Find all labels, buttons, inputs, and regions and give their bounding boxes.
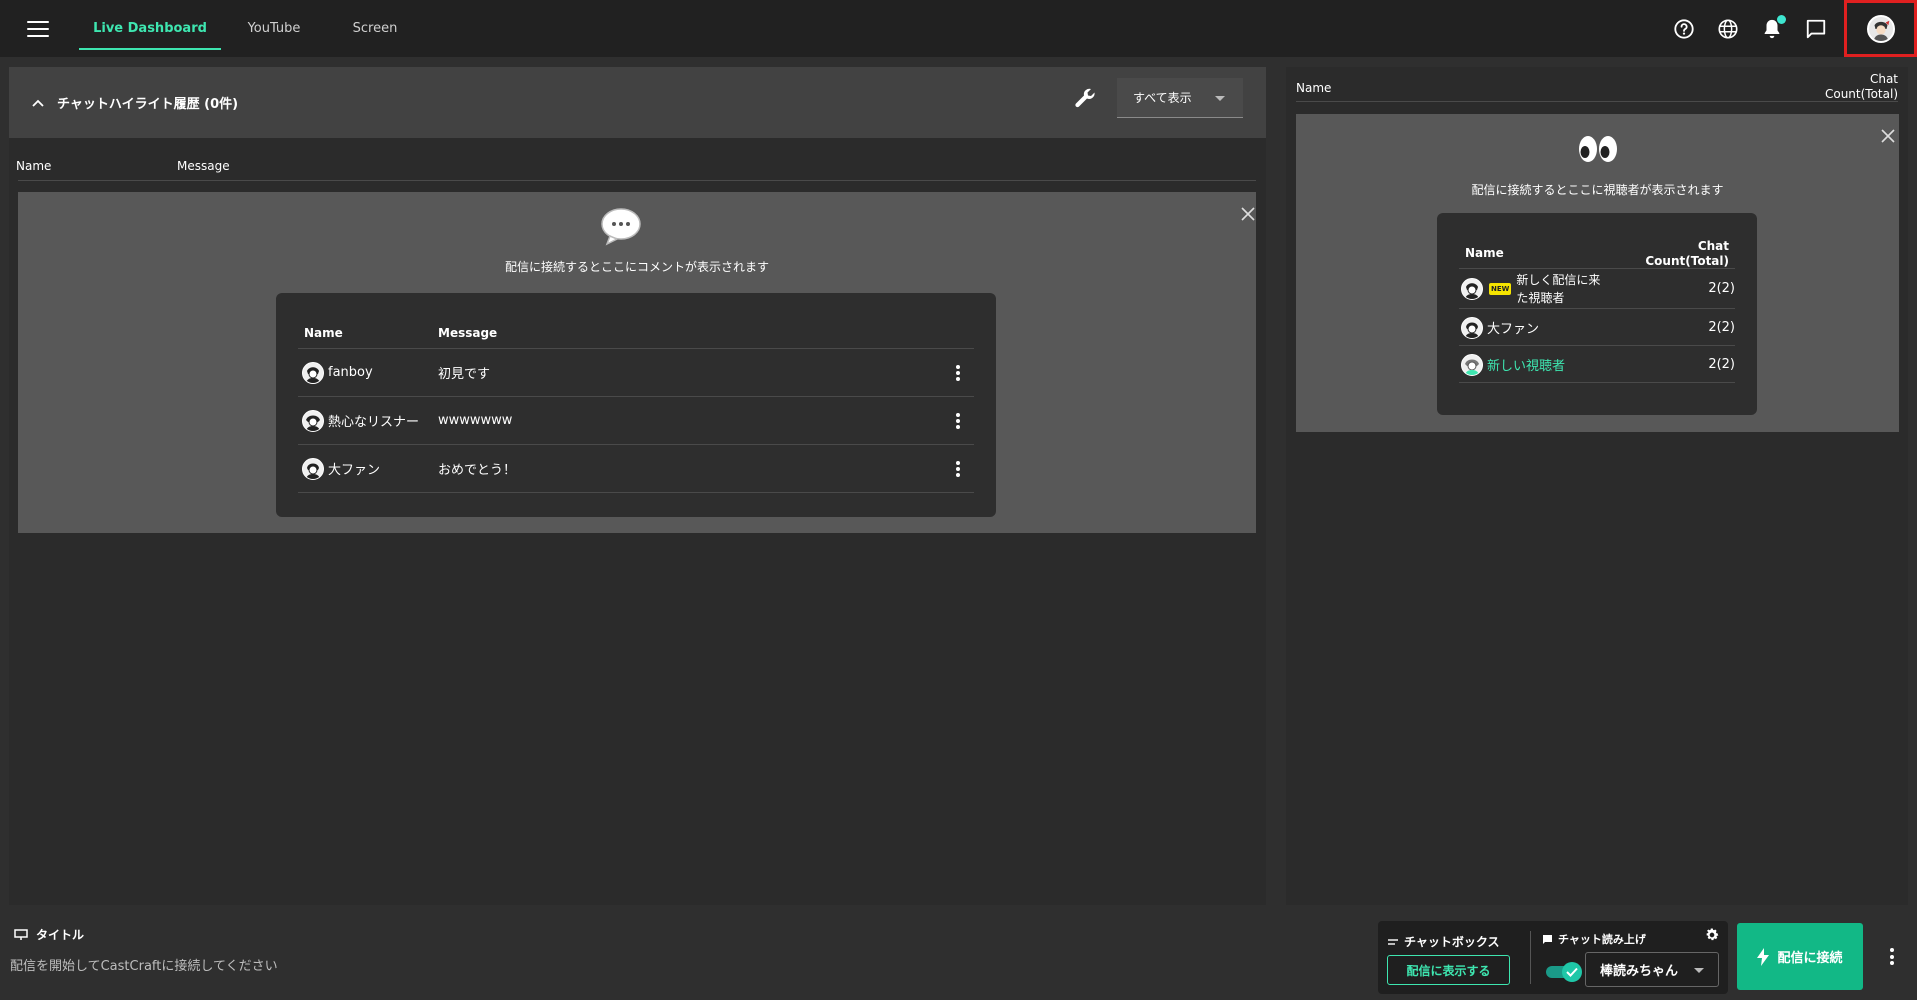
row-message: 初見です (438, 367, 491, 382)
caret-down-icon (1215, 96, 1225, 101)
table-row: 大ファン 2(2) (1459, 310, 1735, 346)
chat-icon[interactable] (1794, 7, 1838, 51)
globe-icon[interactable] (1706, 7, 1750, 51)
help-icon[interactable] (1662, 7, 1706, 51)
sample-column-message: Message (438, 326, 498, 340)
table-row: NEW 新しく配信に来 た視聴者 2(2) (1459, 269, 1735, 309)
table-row: 大ファン おめでとう！ (298, 445, 974, 493)
viewers-column-count[interactable]: Chat Count(Total) (1825, 72, 1898, 102)
top-icons (1662, 0, 1917, 57)
divider (1530, 931, 1531, 984)
viewers-panel: Name Chat Count(Total) 配信に接続するとここに視聴者が表示… (1286, 67, 1908, 905)
table-row: 新しい視聴者 2(2) (1459, 347, 1735, 383)
eyes-icon (1579, 136, 1617, 162)
message-icon (1543, 934, 1552, 944)
stream-controls: チャットボックス 配信に表示する チャット読み上げ 棒読みちゃん (1378, 921, 1728, 994)
chat-highlight-title: チャットハイライト履歴 (0件) (57, 97, 239, 112)
divider (1296, 101, 1898, 102)
lightning-icon (1757, 947, 1770, 966)
avatar (1461, 316, 1483, 339)
chevron-up-icon[interactable] (31, 98, 45, 108)
gear-icon[interactable] (1704, 927, 1720, 943)
tab-screen[interactable]: Screen (327, 0, 423, 57)
chat-empty-state: 配信に接続するとここにコメントが表示されます Name Message fanb… (18, 192, 1256, 533)
table-row: fanboy 初見です (298, 349, 974, 397)
close-icon[interactable] (1880, 128, 1896, 144)
avatar (1866, 14, 1895, 43)
stream-title-label: タイトル (14, 926, 84, 943)
new-badge: NEW (1489, 282, 1512, 295)
tts-label: チャット読み上げ (1542, 931, 1646, 947)
tts-voice-select[interactable]: 棒読みちゃん (1585, 952, 1719, 987)
viewers-empty-message: 配信に接続するとここに視聴者が表示されます (1471, 183, 1724, 197)
row-name: 新しい視聴者 (1487, 359, 1566, 374)
table-row: 熱心なリスナー wwwwwww (298, 397, 974, 445)
row-name: 大ファン (1487, 322, 1540, 337)
chat-panel: チャットハイライト履歴 (0件) すべて表示 Name Message 配信に接… (9, 67, 1266, 905)
row-name: 大ファン (302, 457, 380, 480)
speech-bubble-icon (601, 208, 641, 246)
sample-column-count: Chat Count(Total) (1645, 239, 1729, 268)
row-count: 2(2) (1708, 281, 1735, 296)
viewers-column-name[interactable]: Name (1296, 81, 1331, 95)
sample-column-name: Name (304, 326, 343, 340)
more-vert-icon[interactable] (956, 460, 960, 477)
avatar (302, 457, 324, 480)
wrench-icon[interactable] (1073, 86, 1097, 110)
monitor-icon (14, 928, 28, 940)
lines-icon (1388, 938, 1398, 945)
more-vert-icon[interactable] (956, 364, 960, 381)
avatar (302, 409, 324, 432)
sample-viewers-card: Name Chat Count(Total) NEW 新しく配信に来 た視聴者 … (1437, 213, 1757, 415)
row-name: 熱心なリスナー (302, 409, 419, 432)
tab-youtube[interactable]: YouTube (221, 0, 327, 57)
sample-column-name: Name (1465, 246, 1504, 260)
bell-icon[interactable] (1750, 7, 1794, 51)
viewers-empty-state: 配信に接続するとここに視聴者が表示されます Name Chat Count(To… (1296, 114, 1899, 432)
chatbox-label: チャットボックス (1388, 933, 1500, 950)
row-name: fanboy (302, 361, 373, 384)
row-name: 新しく配信に来 た視聴者 (1516, 272, 1601, 305)
filter-select[interactable]: すべて表示 (1117, 78, 1243, 118)
chat-column-message[interactable]: Message (177, 159, 230, 173)
notification-dot (1777, 14, 1786, 24)
row-count: 2(2) (1708, 357, 1735, 372)
top-app-bar: Live Dashboard YouTube Screen (0, 0, 1917, 57)
filter-select-label: すべて表示 (1133, 91, 1192, 105)
row-count: 2(2) (1708, 320, 1735, 335)
chat-column-name[interactable]: Name (16, 159, 51, 173)
more-vert-icon[interactable] (956, 412, 960, 429)
chat-highlight-header: チャットハイライト履歴 (0件) すべて表示 (9, 67, 1266, 138)
caret-down-icon (1694, 968, 1704, 973)
show-on-stream-button[interactable]: 配信に表示する (1387, 955, 1510, 985)
avatar (302, 361, 324, 384)
check-icon (1562, 962, 1582, 982)
account-avatar-button[interactable] (1844, 0, 1917, 57)
tts-toggle[interactable] (1544, 962, 1582, 982)
stream-status-text: 配信を開始してCastCraftに接続してください (10, 959, 278, 974)
avatar (1461, 277, 1483, 300)
divider (18, 180, 1256, 181)
menu-icon[interactable] (27, 20, 49, 37)
avatar (1461, 353, 1483, 376)
chat-empty-message: 配信に接続するとここにコメントが表示されます (504, 260, 769, 274)
sample-chat-card: Name Message fanboy 初見です 熱心なリスナー wwwwwww (276, 293, 996, 517)
close-icon[interactable] (1240, 206, 1256, 222)
more-vert-icon[interactable] (1890, 948, 1894, 965)
tab-live-dashboard[interactable]: Live Dashboard (79, 0, 221, 57)
connect-stream-button[interactable]: 配信に接続 (1737, 923, 1863, 990)
row-message: おめでとう！ (438, 463, 517, 478)
row-message: wwwwwww (438, 413, 513, 428)
